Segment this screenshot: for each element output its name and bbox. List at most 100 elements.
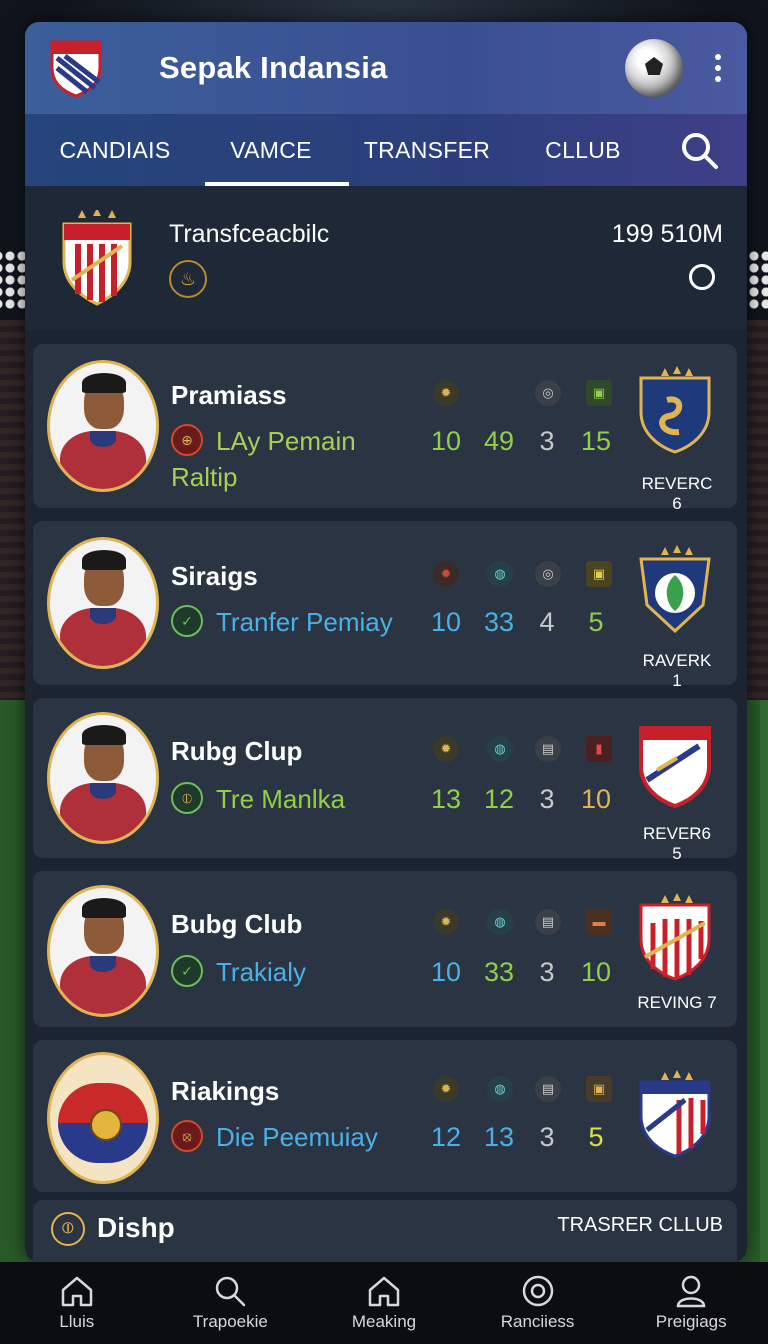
featured-title: Transfceacbilc	[169, 220, 330, 248]
stat-value: 5	[588, 1122, 604, 1152]
stat-value: 33	[483, 607, 515, 637]
search-icon[interactable]	[679, 130, 719, 170]
player-name: Pramiass	[171, 380, 287, 410]
stat-value: 12	[430, 1122, 462, 1152]
club-label: REVER6 5	[642, 824, 712, 863]
player-card[interactable]: Bubg Club ✓ Trakialy ✹ ◍ ▤ ▬ 10 33 3 10 …	[33, 871, 737, 1027]
player-name: Rubg Clup	[171, 736, 303, 766]
player-status-icon: ⊕	[171, 424, 203, 456]
stat-value: 5	[588, 607, 604, 637]
stat-value: 10	[580, 957, 612, 987]
tab-bar: CANDIAIS VAMCE TRANSFER CLLUB	[25, 114, 747, 186]
app-logo-shield	[50, 40, 102, 98]
player-subtitle: Tranfer Pemiay	[216, 607, 393, 637]
nav-label: Lluis	[59, 1312, 95, 1331]
globe-icon: ◍	[487, 561, 513, 587]
player-subtitle: LAy Pemain	[216, 426, 356, 456]
stat-value: 3	[539, 784, 555, 814]
player-subtitle: Trakialy	[216, 957, 307, 987]
star-icon: ✹	[433, 561, 459, 587]
card-icon: ▬	[586, 909, 612, 935]
club-crest-avatar	[47, 1052, 159, 1184]
trophy-icon: ▤	[535, 909, 561, 935]
flame-icon: ♨	[169, 260, 207, 298]
club-badge-icon	[639, 726, 711, 808]
star-icon: ✹	[433, 909, 459, 935]
dishp-section[interactable]: ⦶ Dishp TRASRER CLLUB	[33, 1200, 737, 1262]
nav-item-preigiags[interactable]: Preigiags	[614, 1262, 768, 1344]
nav-item-trapoekie[interactable]: Trapoekie	[154, 1262, 308, 1344]
star-icon: ✹	[433, 736, 459, 762]
tab-candiais[interactable]: CANDIAIS	[37, 114, 193, 186]
player-card[interactable]: Riakings ⦻ Die Peemuiay ✹ ◍ ▤ ▣ 12 13 3 …	[33, 1040, 737, 1192]
player-card[interactable]: Siraigs ✓ Tranfer Pemiay ✹ ◍ ◎ ▣ 10 33 4…	[33, 521, 737, 690]
club-label: REVERC 6	[641, 474, 713, 513]
medal-icon: ◎	[535, 561, 561, 587]
nav-item-ranciiess[interactable]: Ranciiess	[461, 1262, 615, 1344]
transfer-club-link[interactable]: TRASRER CLLUB	[557, 1214, 723, 1237]
featured-transfer[interactable]: Transfceacbilc ♨ 199 510M	[25, 186, 747, 330]
nav-label: Preigiags	[655, 1312, 727, 1331]
coin-icon: ⦶	[51, 1212, 85, 1246]
featured-value: 199 510M	[611, 220, 723, 248]
nav-item-lluis[interactable]: Lluis	[0, 1262, 154, 1344]
stat-value: 12	[483, 784, 515, 814]
player-subtitle-2: Raltip	[171, 462, 238, 492]
nav-item-meaking[interactable]: Meaking	[307, 1262, 461, 1344]
nav-label: Trapoekie	[192, 1312, 268, 1331]
medal-icon: ◎	[535, 380, 561, 406]
player-name: Riakings	[171, 1076, 280, 1106]
bottom-nav: Lluis Trapoekie Meaking Ranciiess Preigi…	[0, 1262, 768, 1344]
stat-value: 15	[580, 426, 612, 456]
stat-value: 10	[580, 784, 612, 814]
player-card[interactable]: Pramiass ⊕ LAy Pemain Raltip ✹ ◎ ▣ 10 49…	[33, 344, 737, 513]
trophy-icon: ▤	[535, 1076, 561, 1102]
app-window: Sepak Indansia CANDIAIS VAMCE TRANSFER C…	[25, 22, 747, 1262]
player-card[interactable]: Rubg Clup ⦶ Tre Manlka ✹ ◍ ▤ ▮ 13 12 3 1…	[33, 698, 737, 863]
stat-value: 13	[483, 1122, 515, 1152]
stat-value: 3	[539, 957, 555, 987]
card-icon: ▣	[586, 1076, 612, 1102]
stat-value: 10	[430, 607, 462, 637]
player-avatar	[47, 885, 159, 1017]
more-menu-icon[interactable]	[713, 54, 723, 82]
player-subtitle: Die Peemuiay	[216, 1122, 378, 1152]
app-title: Sepak Indansia	[159, 50, 388, 85]
trophy-icon: ▤	[535, 736, 561, 762]
player-status-icon: ⦶	[171, 782, 203, 814]
home-icon	[61, 1276, 93, 1307]
club-badge-icon	[639, 545, 711, 633]
nav-label: Meaking	[351, 1312, 417, 1331]
football-avatar[interactable]	[625, 39, 683, 97]
club-label: RAVERK 1	[642, 651, 712, 690]
card-icon: ▣	[586, 380, 612, 406]
club-badge-icon	[639, 1070, 711, 1158]
globe-icon: ◍	[487, 1076, 513, 1102]
card-icon: ▮	[586, 736, 612, 762]
tab-club[interactable]: CLLUB	[505, 114, 661, 186]
player-status-icon: ✓	[171, 955, 203, 987]
club-badge-icon	[639, 893, 711, 981]
player-avatar	[47, 360, 159, 492]
player-avatar	[47, 537, 159, 669]
search-icon	[216, 1276, 246, 1307]
tab-transfer[interactable]: TRANSFER	[349, 114, 505, 186]
club-label: REVING 7	[637, 993, 717, 1012]
player-status-icon: ✓	[171, 605, 203, 637]
app-header: Sepak Indansia	[25, 22, 747, 114]
stat-value: 49	[483, 426, 515, 456]
player-name: Siraigs	[171, 561, 258, 591]
player-name: Bubg Club	[171, 909, 303, 939]
nav-label: Ranciiess	[500, 1312, 575, 1331]
stat-value: 3	[539, 1122, 555, 1152]
globe-icon: ◍	[487, 736, 513, 762]
tab-vamce[interactable]: VAMCE	[193, 114, 349, 186]
section-title: Dishp	[97, 1212, 175, 1243]
stat-value: 10	[430, 426, 462, 456]
stat-value: 3	[539, 426, 555, 456]
globe-icon: ◍	[487, 909, 513, 935]
home-icon	[368, 1276, 400, 1307]
player-avatar	[47, 712, 159, 844]
stat-value: 10	[430, 957, 462, 987]
radio-toggle[interactable]	[689, 264, 715, 290]
